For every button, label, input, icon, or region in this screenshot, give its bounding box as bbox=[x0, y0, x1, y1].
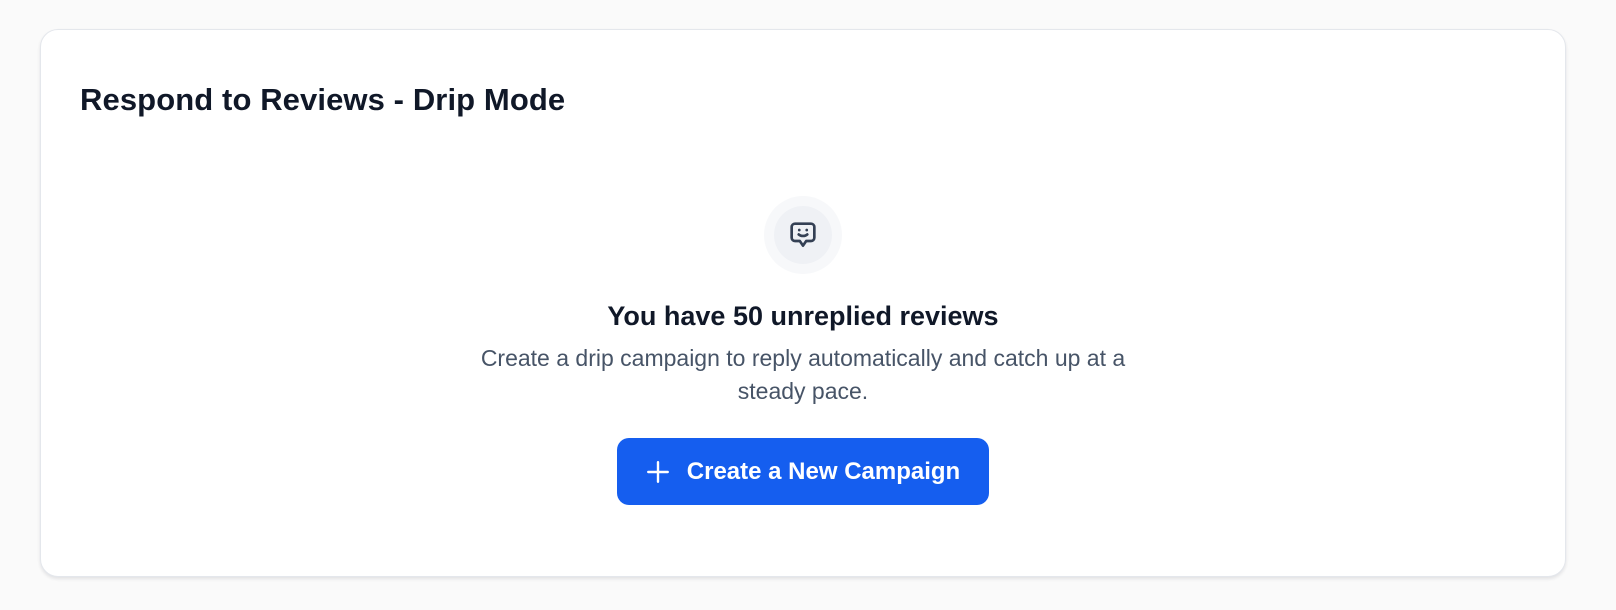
plus-icon bbox=[645, 459, 671, 485]
empty-state: You have 50 unreplied reviews Create a d… bbox=[41, 196, 1565, 505]
message-smile-icon bbox=[790, 222, 816, 247]
card-title: Respond to Reviews - Drip Mode bbox=[80, 82, 566, 117]
empty-state-heading: You have 50 unreplied reviews bbox=[607, 301, 999, 331]
empty-state-description: Create a drip campaign to reply automati… bbox=[480, 345, 1126, 404]
create-campaign-button[interactable]: Create a New Campaign bbox=[616, 438, 990, 505]
icon-badge bbox=[764, 196, 842, 274]
drip-mode-card: Respond to Reviews - Drip Mode You have … bbox=[40, 29, 1566, 577]
create-campaign-button-label: Create a New Campaign bbox=[686, 457, 961, 485]
